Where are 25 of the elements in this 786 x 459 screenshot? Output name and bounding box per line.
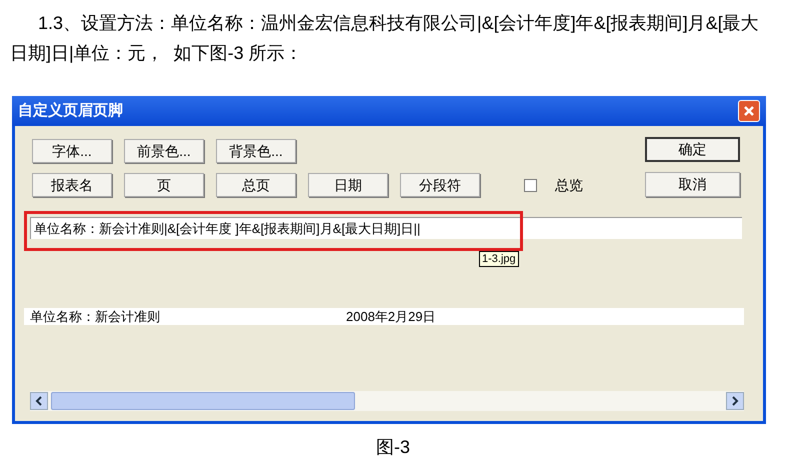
ok-button[interactable]: 确定	[645, 137, 740, 162]
insert-button[interactable]: 报表名	[32, 173, 112, 197]
overview-label: 总览	[555, 176, 583, 194]
insert-button[interactable]: 页	[124, 173, 204, 197]
insert-button[interactable]: 日期	[308, 173, 388, 197]
format-button[interactable]: 前景色...	[124, 139, 204, 163]
scroll-right-icon[interactable]	[726, 392, 744, 410]
preview-date: 2008年2月29日	[346, 308, 436, 326]
figure-caption: 图-3	[376, 436, 410, 459]
close-icon	[743, 105, 755, 117]
header-input-field[interactable]: 单位名称：新会计准则|&[会计年度 ]年&[报表期间]月&[最大日期]日||	[30, 217, 742, 239]
insert-button[interactable]: 分段符	[400, 173, 480, 197]
horizontal-scrollbar[interactable]	[30, 391, 744, 411]
insert-button[interactable]: 总页	[216, 173, 296, 197]
scroll-thumb[interactable]	[51, 392, 355, 410]
format-button[interactable]: 背景色...	[216, 139, 296, 163]
preview-text: 单位名称：新会计准则	[30, 308, 161, 326]
paragraph: 1.3、设置方法：单位名称：温州金宏信息科技有限公司|&[会计年度]年&[报表期间]月&[最大日期]日|单位：元， 如下图-3 所示：	[10, 12, 760, 65]
window-title: 自定义页眉页脚	[18, 100, 123, 121]
overview-checkbox[interactable]	[524, 178, 537, 192]
format-button[interactable]: 字体...	[32, 139, 112, 163]
scroll-left-icon[interactable]	[30, 392, 48, 410]
cancel-button[interactable]: 取消	[645, 172, 740, 197]
tooltip: 1-3.jpg	[479, 251, 519, 267]
close-button[interactable]	[738, 100, 760, 122]
